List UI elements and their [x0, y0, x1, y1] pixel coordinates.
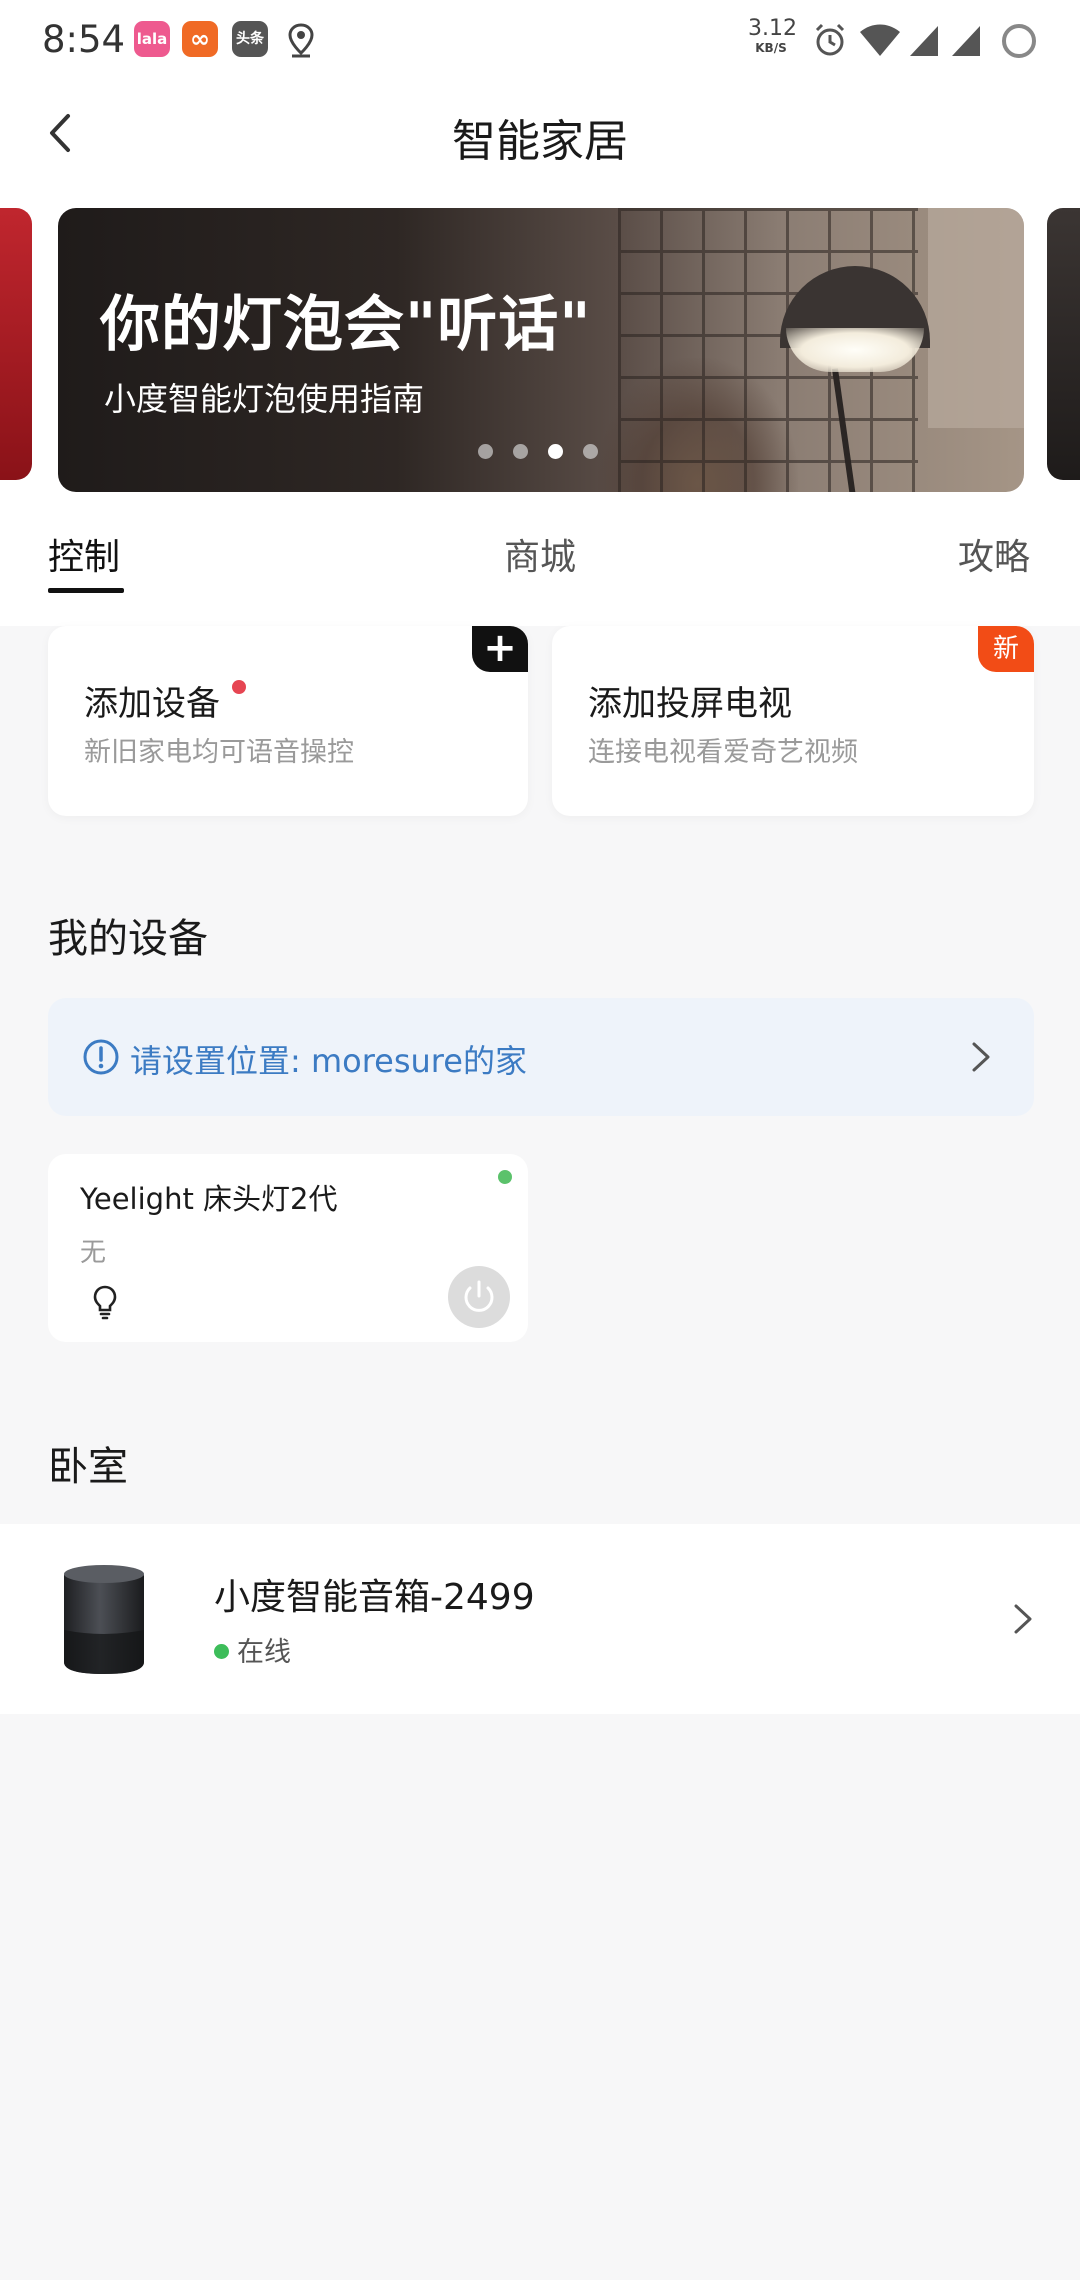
tab-guides[interactable]: 攻略	[958, 528, 1030, 580]
carousel-indicator	[478, 444, 598, 459]
battery-icon	[1000, 22, 1038, 64]
tab-bar: 控制 商城 攻略	[0, 500, 1080, 626]
add-device-card[interactable]: 添加设备 新旧家电均可语音操控 +	[48, 626, 528, 816]
online-status-dot	[498, 1170, 512, 1184]
carousel-dot[interactable]	[513, 444, 528, 459]
add-tv-subtitle: 连接电视看爱奇艺视频	[588, 737, 858, 768]
signal-icon-2	[950, 22, 982, 62]
carousel-dot[interactable]	[478, 444, 493, 459]
location-icon	[286, 22, 316, 62]
add-tv-title: 添加投屏电视	[588, 684, 792, 724]
tab-mall[interactable]: 商城	[504, 528, 576, 580]
location-notice[interactable]: 请设置位置: moresure的家	[48, 998, 1034, 1116]
lala-app-icon: lala	[134, 21, 170, 57]
alarm-icon	[812, 22, 848, 62]
add-device-title: 添加设备	[84, 676, 246, 725]
app-header: 智能家居	[0, 80, 1080, 186]
info-icon	[82, 1038, 120, 1080]
carousel-dot[interactable]	[583, 444, 598, 459]
device-row-speaker[interactable]: 小度智能音箱-2499 在线	[0, 1524, 1080, 1714]
banner-frame-image	[928, 208, 1024, 428]
banner-next-slide[interactable]	[1047, 208, 1080, 480]
device-card-yeelight[interactable]: Yeelight 床头灯2代 无	[48, 1154, 528, 1342]
power-icon	[464, 1280, 494, 1312]
smart-speaker-image	[58, 1560, 150, 1678]
lightbulb-icon	[92, 1284, 118, 1324]
power-button[interactable]	[448, 1266, 510, 1328]
chevron-right-icon	[970, 1040, 992, 1078]
banner-subtitle: 小度智能灯泡使用指南	[104, 380, 425, 418]
device-name: Yeelight 床头灯2代	[80, 1182, 338, 1216]
plus-icon: +	[472, 626, 528, 672]
page-title: 智能家居	[452, 116, 628, 167]
banner-prev-slide[interactable]	[0, 208, 32, 480]
new-indicator-dot	[232, 680, 246, 694]
banner-title: 你的灯泡会"听话"	[100, 290, 592, 360]
speaker-status: 在线	[214, 1630, 291, 1669]
chevron-right-icon	[1012, 1602, 1034, 1640]
infinity-app-icon: ∞	[182, 21, 218, 57]
bedroom-heading: 卧室	[48, 1444, 128, 1490]
signal-icon	[908, 22, 940, 62]
my-devices-heading: 我的设备	[48, 916, 208, 962]
add-tv-card[interactable]: 添加投屏电视 连接电视看爱奇艺视频 新	[552, 626, 1034, 816]
status-time: 8:54	[42, 18, 126, 61]
net-speed: 3.12 KB/S	[748, 16, 797, 55]
status-bar: 8:54 lala ∞ 头条 3.12 KB/S	[0, 0, 1080, 80]
carousel-dot-active[interactable]	[548, 444, 563, 459]
tab-active-indicator	[48, 588, 124, 593]
wifi-icon	[858, 22, 902, 62]
device-room: 无	[80, 1238, 107, 1268]
location-notice-text: 请设置位置: moresure的家	[130, 1042, 527, 1080]
toutiao-app-icon: 头条	[232, 21, 268, 57]
new-badge: 新	[978, 626, 1034, 672]
speaker-name: 小度智能音箱-2499	[214, 1577, 535, 1618]
banner-slide[interactable]: 你的灯泡会"听话" 小度智能灯泡使用指南	[58, 208, 1024, 492]
add-device-subtitle: 新旧家电均可语音操控	[84, 737, 354, 768]
banner-carousel[interactable]: 你的灯泡会"听话" 小度智能灯泡使用指南	[0, 186, 1080, 500]
online-status-dot	[214, 1644, 229, 1659]
tab-control[interactable]: 控制	[48, 528, 120, 580]
